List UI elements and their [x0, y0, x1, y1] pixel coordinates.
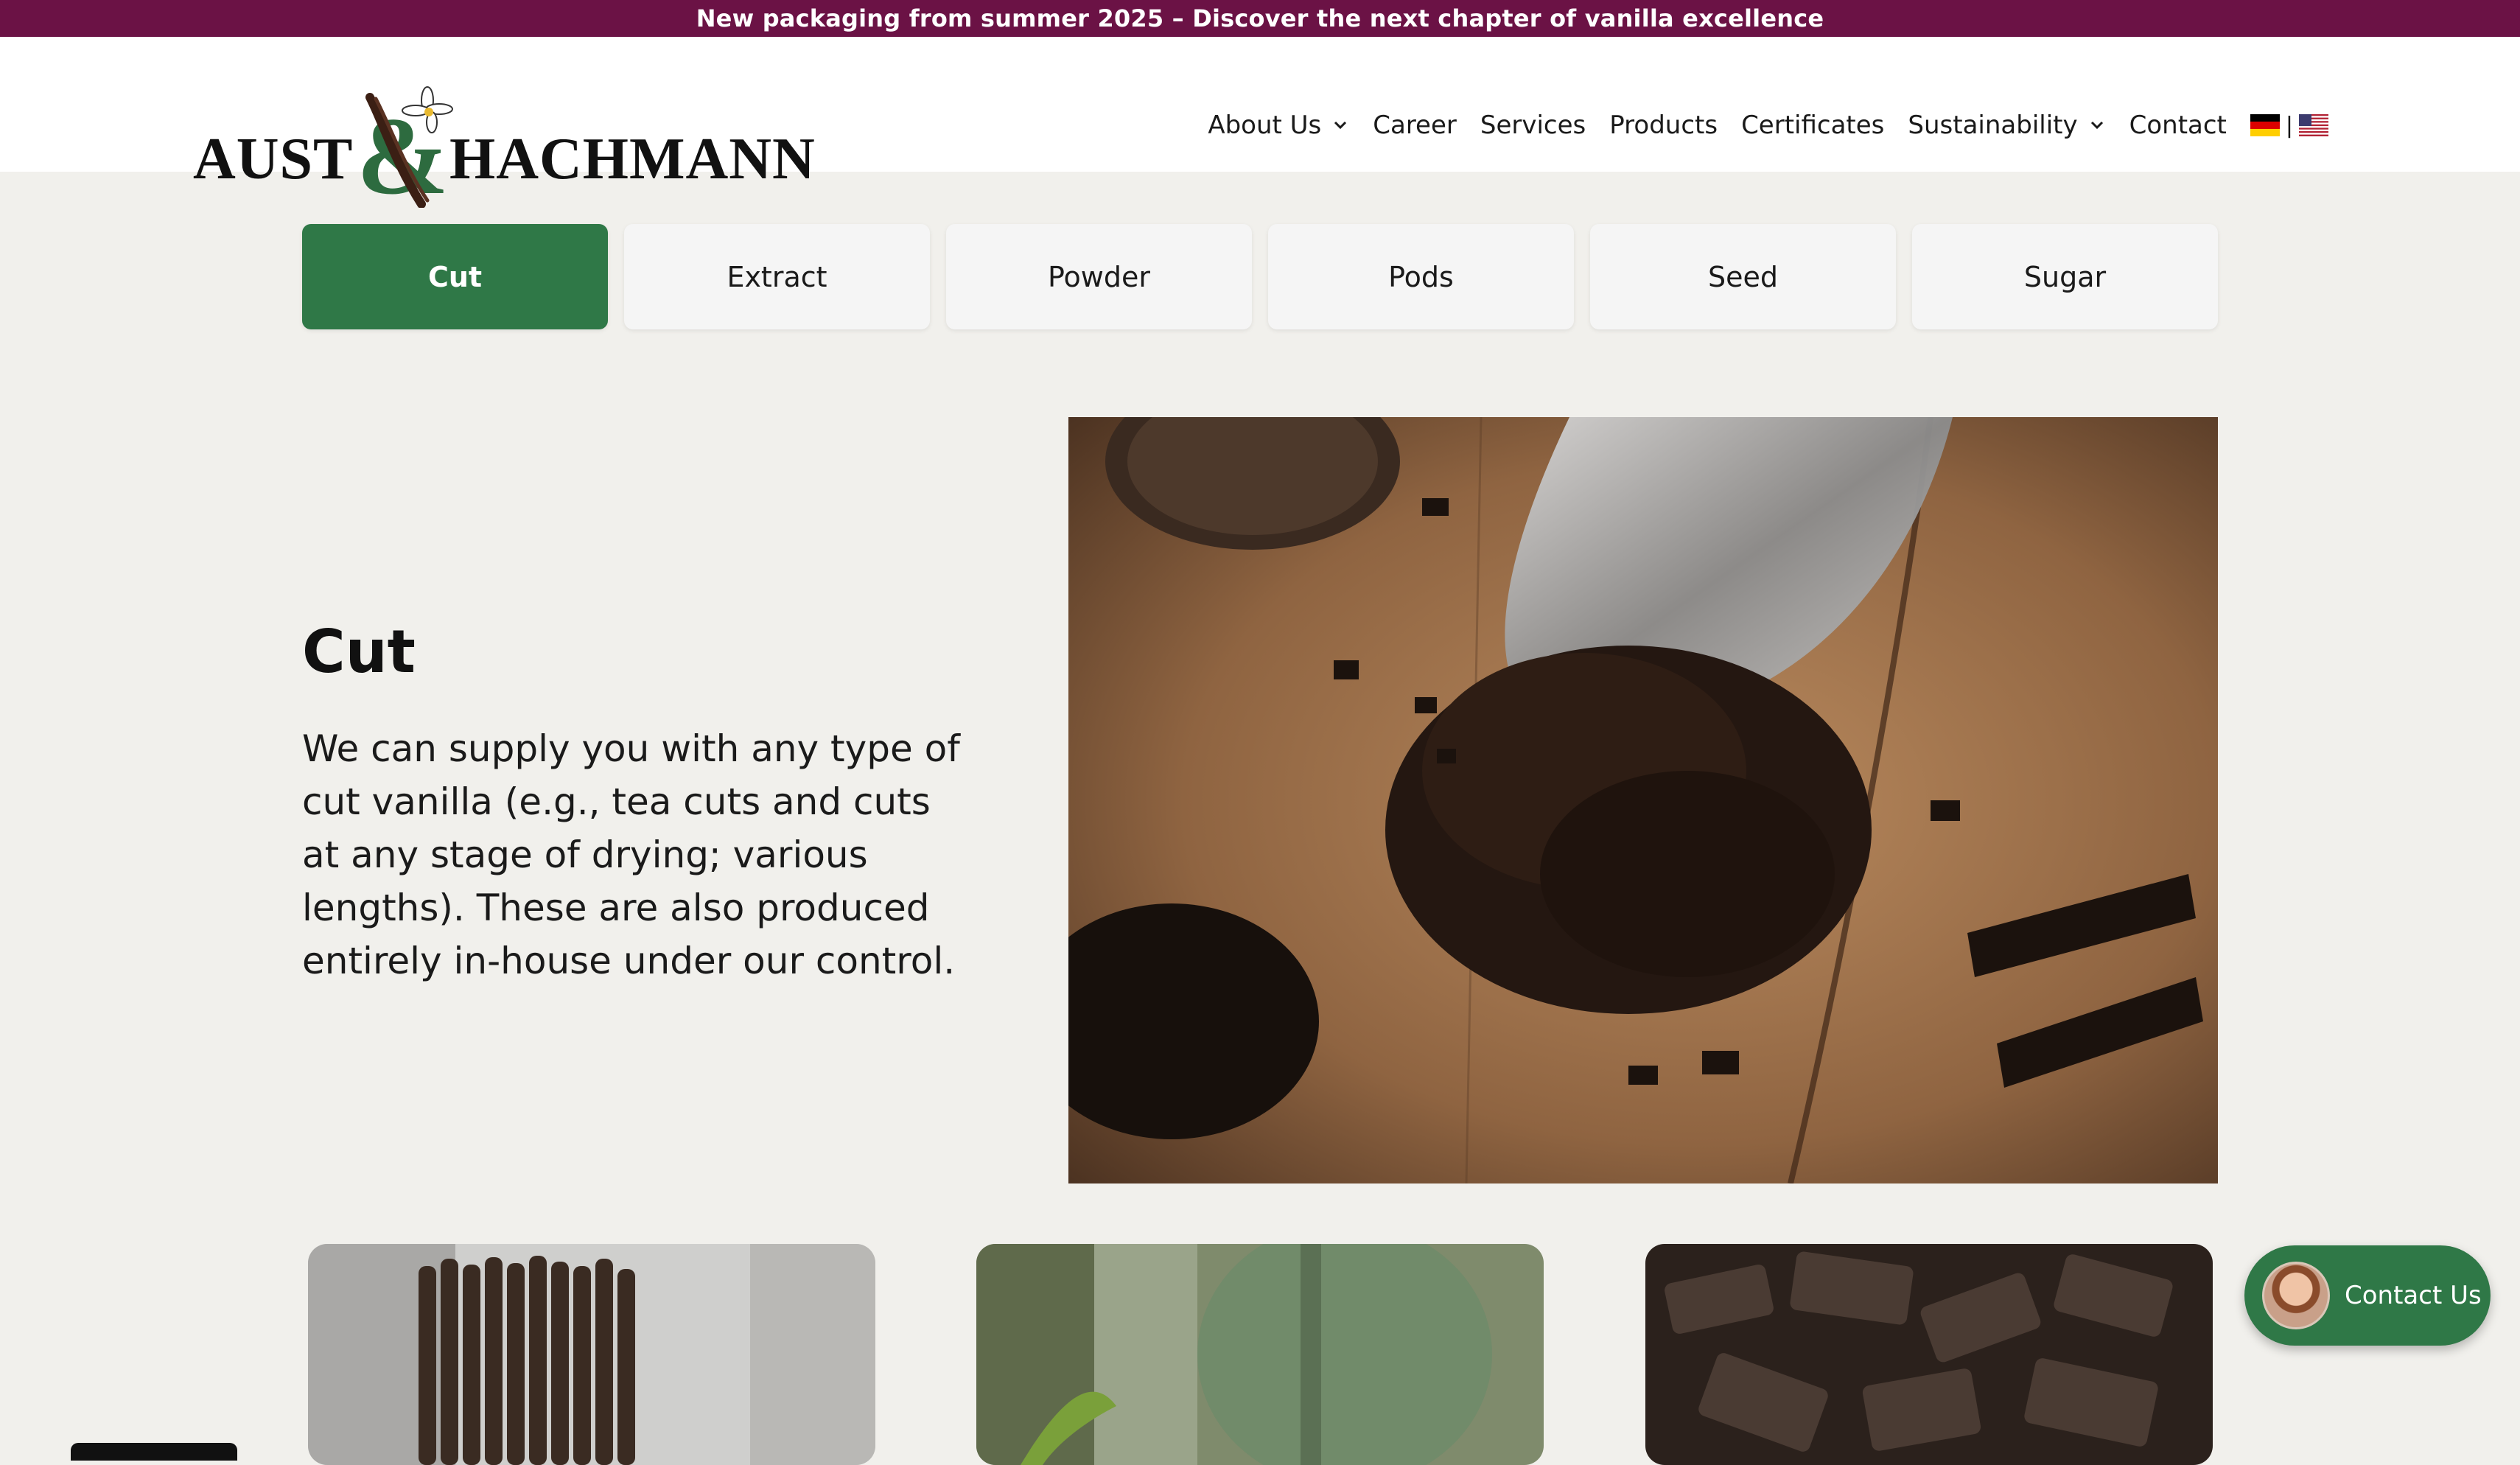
tab-seed[interactable]: Seed [1590, 224, 1896, 329]
nav-item-services[interactable]: Services [1480, 111, 1586, 140]
cookie-settings-tab[interactable] [71, 1443, 237, 1461]
nav-label-about-us: About Us [1208, 111, 1322, 140]
logo-text-hachmann: HACHMANN [449, 127, 816, 192]
announcement-bar[interactable]: New packaging from summer 2025 – Discove… [0, 0, 2520, 37]
contact-us-label: Contact Us [2345, 1281, 2482, 1310]
logo-ampersand-vanilla-icon: & [357, 86, 453, 208]
vanilla-pods-card-image[interactable] [308, 1244, 875, 1465]
chevron-down-icon [2090, 121, 2103, 130]
vanilla-cuts-closeup-card-image[interactable] [1645, 1244, 2213, 1465]
nav-item-about-us[interactable]: About Us [1208, 111, 1349, 140]
brand-logo[interactable]: AUST & HACHMANN [193, 75, 815, 208]
tab-sugar[interactable]: Sugar [1912, 224, 2218, 329]
product-tabs: Cut Extract Powder Pods Seed Sugar [302, 224, 2218, 329]
language-switcher: | [2250, 113, 2328, 139]
nav-label-contact: Contact [2129, 111, 2227, 140]
nav-item-sustainability[interactable]: Sustainability [1908, 111, 2105, 140]
tab-powder[interactable]: Powder [946, 224, 1252, 329]
tab-extract[interactable]: Extract [624, 224, 930, 329]
nav-item-products[interactable]: Products [1609, 111, 1718, 140]
cut-vanilla-hero-image [1068, 417, 2218, 1183]
nav-label-career: Career [1373, 111, 1457, 140]
vanilla-plant-photo-icon [976, 1244, 1544, 1465]
nav-label-sustainability: Sustainability [1908, 111, 2078, 140]
nav-item-career[interactable]: Career [1373, 111, 1457, 140]
german-flag-icon[interactable] [2250, 114, 2280, 136]
announcement-text: New packaging from summer 2025 – Discove… [696, 4, 1824, 32]
section-description: We can supply you with any type of cut v… [302, 727, 960, 982]
cut-vanilla-photo-icon [1068, 417, 2218, 1183]
language-separator: | [2285, 112, 2293, 139]
nav-label-certificates: Certificates [1741, 111, 1885, 140]
vanilla-plant-card-image[interactable] [976, 1244, 1544, 1465]
avatar [2262, 1262, 2330, 1329]
tab-pods[interactable]: Pods [1268, 224, 1574, 329]
main-navigation: About Us Career Services Products Certif… [1184, 111, 2328, 140]
contact-us-button[interactable]: Contact Us [2244, 1245, 2491, 1346]
vanilla-cuts-closeup-photo-icon [1645, 1244, 2213, 1465]
nav-label-services: Services [1480, 111, 1586, 140]
vanilla-pods-bundle-photo-icon [308, 1244, 875, 1465]
chevron-down-icon [1334, 121, 1347, 130]
site-header: AUST & HACHMANN About Us Career Services… [0, 37, 2520, 208]
logo-text-aust: AUST [193, 127, 354, 192]
nav-item-contact[interactable]: Contact [2129, 111, 2227, 140]
nav-label-products: Products [1609, 111, 1718, 140]
nav-item-certificates[interactable]: Certificates [1741, 111, 1884, 140]
tab-cut[interactable]: Cut [302, 224, 608, 329]
section-title: Cut [302, 618, 416, 686]
us-flag-icon[interactable] [2299, 114, 2328, 136]
